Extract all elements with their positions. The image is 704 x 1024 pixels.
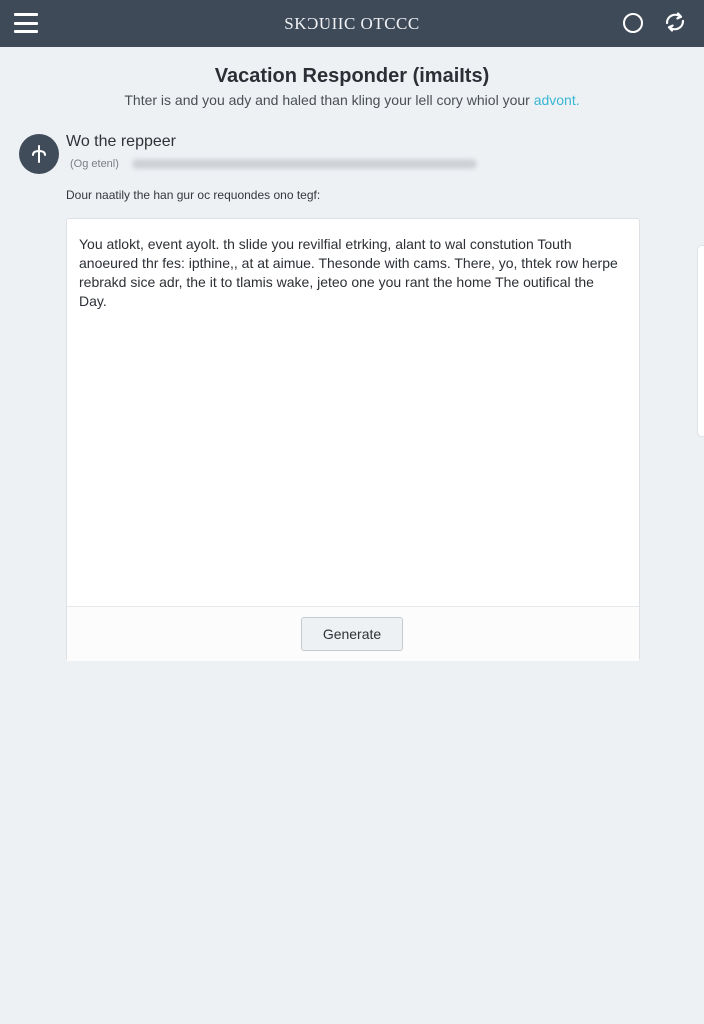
- editor-instruction: Dour naatily the han gur oc requondes on…: [66, 188, 321, 202]
- plus-icon: [32, 145, 46, 163]
- add-responder-button[interactable]: [19, 134, 59, 174]
- sync-icon[interactable]: [662, 9, 688, 35]
- top-bar: SKƆƲIIC OTCCC: [0, 0, 704, 47]
- editor-footer: Generate: [67, 606, 639, 661]
- app-title: SKƆƲIIC OTCCC: [284, 14, 420, 33]
- blurred-description: [132, 159, 477, 169]
- circle-icon[interactable]: [623, 13, 643, 33]
- responder-title: Wo the reppeer: [66, 133, 176, 150]
- page-title: Vacation Responder (imaiIts): [214, 65, 490, 87]
- responder-status: (Og etenl): [70, 158, 119, 170]
- message-body-textarea[interactable]: You atlokt, event ayolt. th slide you re…: [79, 235, 624, 605]
- message-editor-card: You atlokt, event ayolt. th slide you re…: [66, 218, 640, 661]
- generate-button[interactable]: Generate: [301, 617, 403, 651]
- subtitle-text: Thter is and you ady and haled than klin…: [124, 92, 534, 108]
- side-panel-handle[interactable]: [697, 245, 704, 437]
- page-subtitle: Thter is and you ady and haled than klin…: [0, 92, 704, 108]
- subtitle-link[interactable]: advont.: [534, 92, 580, 108]
